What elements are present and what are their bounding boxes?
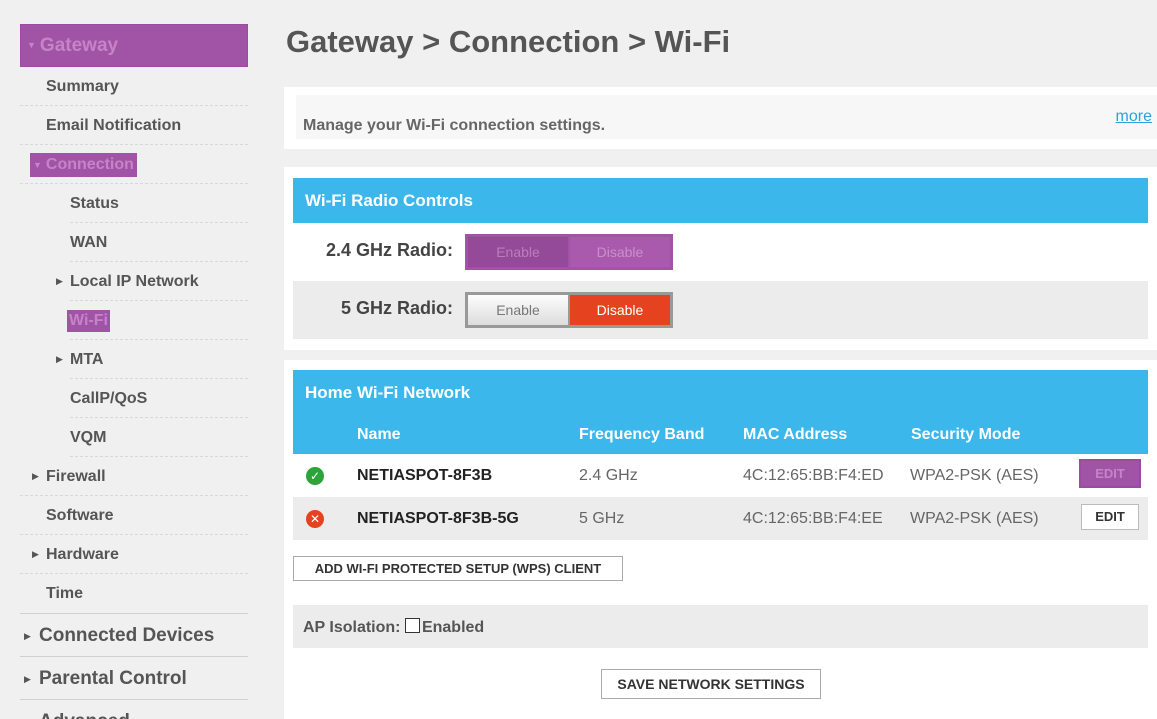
sidebar-item-local-ip-network[interactable]: ▶ Local IP Network [56, 262, 248, 301]
sidebar-item-wan[interactable]: WAN [70, 223, 248, 262]
network-band: 5 GHz [579, 510, 625, 527]
intro-text: Manage your Wi-Fi connection settings. [303, 117, 606, 134]
check-circle-icon: ✓ [306, 467, 324, 485]
network-mac: 4C:12:65:BB:F4:ED [743, 467, 884, 484]
radio-controls-header: Wi-Fi Radio Controls [293, 178, 1148, 223]
page-title: Gateway > Connection > Wi-Fi [286, 24, 731, 59]
sidebar-item-label: Local IP Network [70, 273, 199, 290]
radio-label: 5 GHz Radio: [340, 298, 453, 318]
column-header-security: Security Mode [911, 426, 1021, 443]
table-row: ✓ NETIASPOT-8F3B 2.4 GHz 4C:12:65:BB:F4:… [293, 454, 1148, 497]
sidebar-item-label: CallP/QoS [70, 390, 148, 407]
edit-button[interactable]: EDIT [1081, 504, 1139, 530]
sidebar-item-label: MTA [70, 351, 104, 368]
sidebar-section-parental-control[interactable]: ▶ Parental Control [20, 656, 248, 699]
caret-down-icon: ▼ [27, 40, 36, 51]
add-wps-client-button[interactable]: ADD WI-FI PROTECTED SETUP (WPS) CLIENT [293, 556, 623, 581]
disable-button[interactable]: Disable [570, 295, 670, 325]
ap-isolation-checkbox[interactable] [404, 618, 420, 633]
column-header-name: Name [357, 426, 401, 443]
sidebar-item-software[interactable]: Software [20, 496, 248, 535]
sidebar-nav: ▼ Gateway Summary Email Notification ▼ Con… [20, 24, 248, 719]
radio-row-2-4ghz: 2.4 GHz Radio: Enable Disable [293, 223, 1148, 281]
x-circle-icon: ✕ [306, 510, 324, 528]
caret-right-icon: ▶ [32, 471, 39, 481]
sidebar-item-status[interactable]: Status [70, 184, 248, 223]
sidebar-section-advanced[interactable]: ▶ Advanced [20, 699, 248, 719]
sidebar-item-label: Firewall [46, 468, 106, 485]
network-band: 2.4 GHz [579, 467, 638, 484]
sidebar-item-label: Summary [46, 78, 119, 95]
sidebar-item-vqm[interactable]: VQM [70, 418, 248, 457]
disable-button[interactable]: Disable [570, 237, 670, 267]
intro-panel: Manage your Wi-Fi connection settings. m… [284, 87, 1157, 149]
home-network-panel: Home Wi-Fi Network Name Frequency Band M… [284, 360, 1157, 719]
table-row: ✕ NETIASPOT-8F3B-5G 5 GHz 4C:12:65:BB:F4… [293, 497, 1148, 540]
intro-box: Manage your Wi-Fi connection settings. m… [296, 95, 1157, 139]
sidebar-item-connection[interactable]: ▼ Connection [20, 145, 248, 184]
radio-row-5ghz: 5 GHz Radio: Enable Disable [293, 281, 1148, 339]
caret-right-icon: ▶ [24, 674, 31, 684]
sidebar-item-label: Wi-Fi [67, 310, 110, 332]
radio-toggle-2-4ghz: Enable Disable [465, 234, 673, 270]
network-mac: 4C:12:65:BB:F4:EE [743, 510, 883, 527]
caret-right-icon: ▶ [24, 701, 31, 719]
home-network-header: Home Wi-Fi Network [293, 370, 1148, 415]
enable-button[interactable]: Enable [468, 237, 568, 267]
column-header-mac: MAC Address [743, 426, 848, 443]
sidebar-item-label: Gateway [39, 35, 119, 56]
sidebar-item-email-notification[interactable]: Email Notification [20, 106, 248, 145]
sidebar-item-label: WAN [70, 234, 108, 251]
radio-controls-panel: Wi-Fi Radio Controls 2.4 GHz Radio: Enab… [284, 167, 1157, 350]
sidebar-item-label: Time [46, 585, 84, 602]
sidebar-item-mta[interactable]: ▶ MTA [56, 340, 248, 379]
sidebar-item-label: Connected Devices [39, 625, 215, 646]
caret-right-icon: ▶ [56, 276, 63, 286]
radio-label: 2.4 GHz Radio: [325, 240, 453, 260]
sidebar-item-summary[interactable]: Summary [20, 67, 248, 106]
network-name: NETIASPOT-8F3B-5G [357, 510, 519, 527]
sidebar-item-callp-qos[interactable]: CallP/QoS [70, 379, 248, 418]
caret-down-icon: ▼ [33, 159, 42, 170]
network-name: NETIASPOT-8F3B [357, 467, 493, 484]
radio-toggle-5ghz: Enable Disable [465, 292, 673, 328]
sidebar-item-label: Hardware [46, 546, 119, 563]
save-network-settings-button[interactable]: SAVE NETWORK SETTINGS [601, 669, 821, 699]
ap-isolation-option: Enabled [421, 619, 485, 636]
sidebar-item-label: Software [46, 507, 114, 524]
caret-right-icon: ▶ [24, 631, 31, 641]
ap-isolation-label: AP Isolation: [303, 619, 401, 636]
sidebar-item-label: Connection [45, 156, 134, 173]
ap-isolation-row: AP Isolation: Enabled [293, 605, 1148, 648]
table-header: Name Frequency Band MAC Address Security… [293, 415, 1148, 454]
sidebar-item-label: Email Notification [46, 117, 182, 134]
sidebar-item-label: Advanced [39, 711, 130, 719]
enable-button[interactable]: Enable [468, 295, 568, 325]
sidebar-item-label: VQM [70, 429, 107, 446]
sidebar-item-label: Parental Control [39, 668, 187, 689]
edit-button[interactable]: EDIT [1079, 459, 1141, 488]
sidebar-item-firewall[interactable]: ▶ Firewall [20, 457, 248, 496]
sidebar-item-gateway[interactable]: ▼ Gateway [20, 24, 248, 67]
network-security: WPA2-PSK (AES) [910, 510, 1039, 527]
caret-right-icon: ▶ [56, 354, 63, 364]
sidebar-item-time[interactable]: Time [20, 574, 248, 613]
sidebar-section-connected-devices[interactable]: ▶ Connected Devices [20, 613, 248, 656]
sidebar-item-label: Status [70, 195, 119, 212]
network-security: WPA2-PSK (AES) [910, 467, 1039, 484]
sidebar-item-hardware[interactable]: ▶ Hardware [20, 535, 248, 574]
more-link[interactable]: more [1116, 108, 1152, 126]
column-header-frequency: Frequency Band [579, 426, 705, 443]
sidebar-item-wifi[interactable]: Wi-Fi [67, 301, 248, 340]
caret-right-icon: ▶ [32, 549, 39, 559]
